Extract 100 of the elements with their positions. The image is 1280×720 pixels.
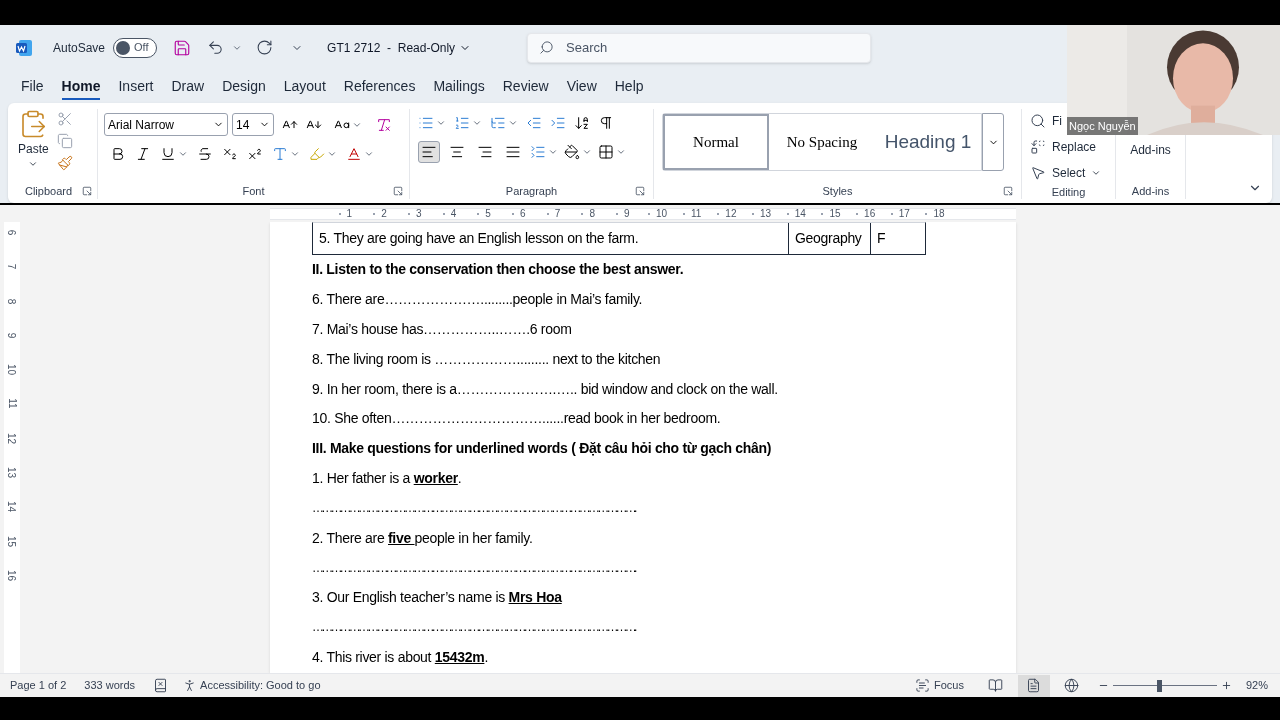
caret-icon[interactable] [178, 149, 188, 159]
dialog-launcher-icon[interactable] [393, 186, 403, 196]
zoom-in-icon[interactable] [1220, 680, 1232, 691]
ribbon-tab[interactable]: Mailings [424, 72, 494, 101]
proofing-icon[interactable] [153, 678, 169, 693]
autosave-label: AutoSave [53, 39, 106, 57]
strikethrough-icon[interactable] [197, 146, 213, 162]
view-button[interactable] [1017, 674, 1050, 697]
format-painter-icon[interactable] [56, 155, 73, 171]
save-icon[interactable] [173, 38, 192, 57]
line-spacing-icon[interactable] [530, 144, 546, 160]
section-heading: II. Listen to the conservation then choose the best answer. [312, 260, 684, 280]
caret-icon[interactable] [582, 147, 592, 157]
caret-icon[interactable] [327, 149, 337, 159]
exercise-line: 7. Mai’s house has……………..…….6 room [312, 320, 572, 339]
search-field[interactable]: Search [527, 32, 872, 63]
style-option[interactable]: Heading 1 [875, 114, 981, 170]
font-name-field[interactable]: Arial Narrow [104, 113, 228, 136]
italic-icon[interactable] [135, 146, 151, 162]
underline-icon[interactable] [160, 146, 176, 162]
bullets-icon[interactable] [418, 115, 434, 131]
redo-icon[interactable] [256, 39, 274, 56]
book-icon [988, 678, 1004, 693]
zoom-slider[interactable] [1112, 679, 1217, 692]
dialog-launcher-icon[interactable] [1003, 186, 1013, 196]
ribbon-tab[interactable]: Help [605, 72, 653, 101]
dialog-launcher-icon[interactable] [82, 186, 93, 196]
caret-icon[interactable] [364, 149, 374, 159]
clear-formatting-icon[interactable] [376, 116, 392, 133]
borders-icon[interactable] [598, 144, 614, 160]
group-label: Paragraph [505, 183, 558, 199]
ribbon-tab[interactable]: Draw [162, 72, 214, 101]
font-size-field[interactable]: 14 [232, 113, 274, 136]
ruler-number: 7 [5, 264, 19, 270]
editing-button[interactable]: Fi [1030, 110, 1062, 132]
style-option[interactable]: Normal [663, 114, 769, 170]
editing-button[interactable]: Replace [1030, 136, 1097, 158]
question-text: 2. There are five people in her family. [312, 528, 533, 548]
autosave-toggle[interactable]: Off [113, 37, 158, 58]
undo-icon[interactable] [207, 39, 225, 56]
caret-icon [28, 159, 39, 169]
caret-icon[interactable] [290, 149, 300, 159]
ruler-number: 13 [5, 467, 19, 479]
ribbon-tab[interactable]: Review [493, 72, 558, 101]
text-effects-icon[interactable] [272, 146, 288, 162]
add-ins-button[interactable]: Add-ins [1130, 141, 1171, 159]
focus-icon [915, 678, 930, 693]
ribbon-tab[interactable]: Layout [274, 72, 335, 101]
replace-icon [1030, 139, 1046, 155]
accessibility-button[interactable]: Accessibility: Good to go [182, 677, 321, 694]
style-option[interactable]: No Spacing [769, 114, 875, 170]
exercise-line: 8. The living room is ………………......... next to the kitchen [312, 349, 661, 369]
caret-icon[interactable] [472, 118, 482, 128]
ribbon-tab[interactable]: Design [213, 72, 275, 101]
bold-icon[interactable] [110, 146, 126, 162]
word-count[interactable]: 333 words [84, 677, 136, 694]
zoom-level[interactable]: 92% [1245, 677, 1268, 694]
answer-line: ……………………………………………………………………………………………. [312, 559, 635, 577]
shading-icon[interactable] [564, 144, 580, 160]
ribbon-tab[interactable]: Insert [109, 72, 163, 101]
superscript-icon[interactable] [247, 146, 263, 162]
ribbon-tab[interactable]: Home [52, 72, 110, 101]
subscript-icon[interactable] [222, 146, 238, 162]
ruler-number: 14 [5, 501, 19, 513]
group-label: Add-ins [1131, 183, 1170, 199]
ruler-number: 16 [5, 569, 19, 582]
increase-indent-icon[interactable] [550, 115, 566, 131]
sort-icon[interactable] [574, 115, 590, 131]
group-label: Font [242, 183, 265, 199]
caret-icon[interactable] [548, 147, 558, 157]
pilcrow-icon[interactable] [598, 115, 614, 131]
editing-button[interactable]: Select [1030, 162, 1102, 184]
caret-icon[interactable] [616, 147, 626, 157]
ruler-number: 14 [794, 207, 806, 221]
document-title[interactable]: GT1 2712 - Read-Only [327, 38, 472, 57]
focus-button[interactable]: Focus [915, 677, 964, 694]
cut-icon[interactable] [56, 111, 73, 127]
dialog-launcher-icon[interactable] [635, 186, 645, 196]
ruler-number: 2 [381, 207, 387, 221]
ruler-number: 12 [725, 207, 737, 221]
page-count[interactable]: Page 1 of 2 [10, 677, 67, 694]
caret-icon[interactable] [508, 118, 518, 128]
styles-gallery-button[interactable] [982, 113, 1004, 171]
ruler-number: 11 [691, 207, 702, 221]
ribbon-tab[interactable]: File [12, 72, 53, 101]
search-icon [1030, 113, 1046, 129]
paste-button[interactable]: Paste [18, 109, 49, 183]
numbering-icon[interactable] [454, 115, 470, 131]
align-icon [505, 144, 521, 160]
font-color-icon[interactable] [346, 146, 362, 162]
ribbon-tab[interactable]: References [334, 72, 425, 101]
page-icon [1026, 678, 1042, 693]
search-icon [539, 39, 555, 55]
ruler-number: 6 [5, 229, 19, 236]
caret-icon[interactable] [436, 118, 446, 128]
decrease-indent-icon[interactable] [526, 115, 542, 131]
ruler-number: 10 [655, 207, 668, 221]
ribbon-tab[interactable]: View [557, 72, 606, 101]
align-button[interactable] [418, 141, 440, 163]
multilevel-list-icon[interactable] [490, 115, 506, 131]
